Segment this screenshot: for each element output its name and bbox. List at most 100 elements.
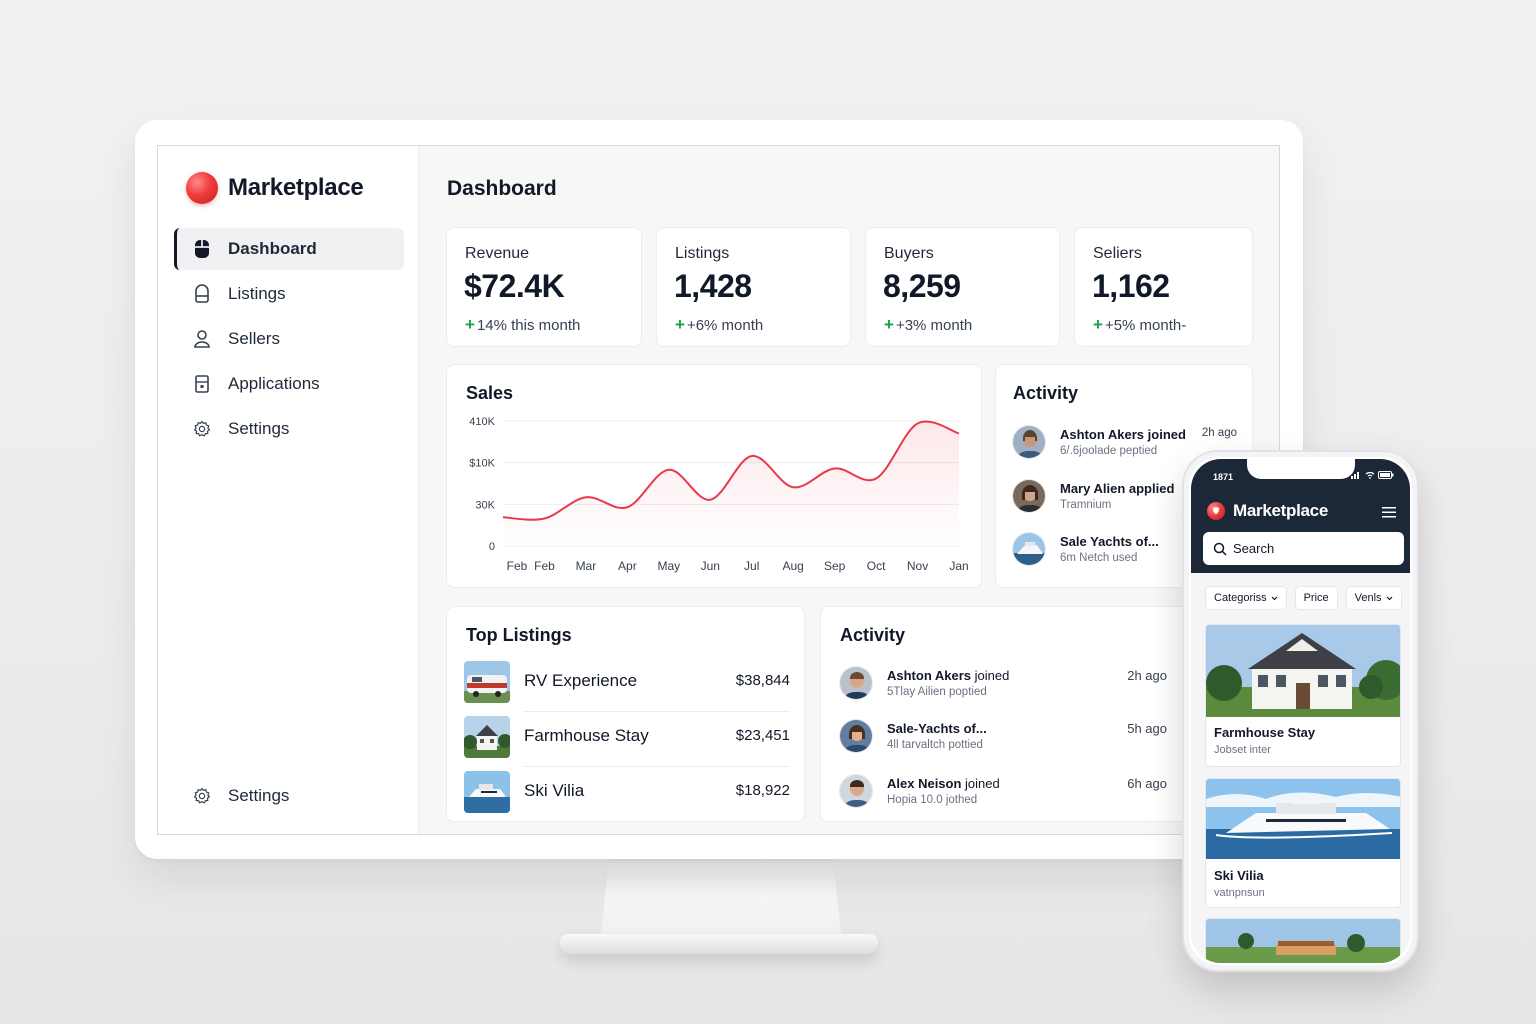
plus-icon: + <box>884 315 894 334</box>
x-tick-label: Mar <box>576 559 597 573</box>
data-point[interactable] <box>666 467 671 472</box>
data-point[interactable] <box>957 431 962 436</box>
stat-delta: + +6% month <box>675 315 763 335</box>
stat-label: Revenue <box>465 245 530 262</box>
farmhouse-photo <box>1206 625 1400 717</box>
x-tick-label: Sep <box>824 559 846 573</box>
stat-card-listings[interactable]: Listings 1,428 + +6% month <box>656 227 851 347</box>
activity-user: Ashton Akers <box>887 668 972 683</box>
card-title: Ski Vilia <box>1214 868 1264 883</box>
avatar <box>839 719 873 753</box>
y-tick-label: 0 <box>489 541 495 553</box>
sidebar-item-dashboard[interactable]: Dashboard <box>174 228 404 270</box>
activity-detail: 6/.6joolade peptied <box>1060 445 1158 457</box>
data-point[interactable] <box>915 421 920 426</box>
stat-card-revenue[interactable]: Revenue $72.4K +14% this month <box>446 227 642 347</box>
sidebar-item-label: Dashboard <box>228 239 317 258</box>
phone-listing-card[interactable]: Ski Vilia vatnpnsun <box>1205 778 1401 908</box>
hamburger-menu-icon[interactable] <box>1382 505 1396 523</box>
activity-feed-title: Activity <box>840 625 906 645</box>
activity-item[interactable]: Sale-Yachts of... 4ll tarvaltch pottied … <box>839 719 1167 763</box>
activity-detail: 6m Netch used <box>1060 552 1138 564</box>
stat-label: Seliers <box>1093 245 1142 262</box>
stat-delta-text: +3% month <box>895 316 973 334</box>
listing-price: $38,844 <box>735 672 790 689</box>
data-point[interactable] <box>542 516 547 521</box>
stat-delta: + +3% month <box>884 315 972 335</box>
phone-screen: 1871 Marketplace Search Categoriss Price… <box>1191 459 1410 963</box>
phone-listing-card[interactable] <box>1205 918 1401 963</box>
sidebar-item-label: Settings <box>228 786 290 805</box>
top-listings-card: Top Listings RV Experience $38,844 Farmh… <box>446 606 805 822</box>
yacht-photo <box>464 771 510 813</box>
avatar <box>1012 532 1046 566</box>
top-listings-title: Top Listings <box>466 625 572 645</box>
data-point[interactable] <box>749 454 754 459</box>
stat-delta: +14% this month <box>465 315 580 335</box>
status-time: 1871 <box>1213 472 1234 482</box>
stat-value: 8,259 <box>883 268 961 304</box>
filter-price[interactable]: Price <box>1294 586 1338 610</box>
ranch-photo <box>1206 919 1400 963</box>
activity-name: Alex Neison joined <box>887 776 1000 791</box>
status-icons <box>1351 471 1394 479</box>
x-tick-label: May <box>657 559 680 573</box>
battery-icon <box>1378 471 1394 479</box>
data-point[interactable] <box>708 497 713 502</box>
data-point[interactable] <box>832 466 837 471</box>
divider <box>524 766 790 767</box>
listing-row[interactable]: Ski Vilia $18,922 <box>464 771 790 817</box>
signal-icon <box>1351 472 1359 479</box>
activity-verb: joined <box>974 668 1010 683</box>
avatar <box>839 666 873 700</box>
activity-item[interactable]: Alex Neison joined Hopia 10.0 jothed 6h … <box>839 774 1167 818</box>
data-point[interactable] <box>583 495 588 500</box>
activity-time: 5h ago <box>1127 721 1167 736</box>
stat-card-buyers[interactable]: Buyers 8,259 + +3% month <box>865 227 1060 347</box>
data-point[interactable] <box>501 515 506 520</box>
stat-delta-text: +6% month <box>686 316 764 334</box>
data-point[interactable] <box>791 485 796 490</box>
sidebar-item-settings-bottom[interactable]: Settings <box>174 775 404 817</box>
gear-icon <box>192 786 212 806</box>
brand-logo[interactable]: Marketplace <box>186 172 364 204</box>
listing-row[interactable]: RV Experience $38,844 <box>464 661 790 707</box>
activity-detail: Hopia 10.0 jothed <box>887 794 978 806</box>
activity-time: 2h ago <box>1201 427 1237 439</box>
filter-venues[interactable]: Venls <box>1345 586 1402 610</box>
x-tick-label: Aug <box>783 559 804 573</box>
sidebar-item-applications[interactable]: Applications <box>174 363 404 405</box>
activity-detail: 4ll tarvaltch pottied <box>887 739 983 751</box>
data-point[interactable] <box>625 505 630 510</box>
activity-user: Alex Neison <box>887 776 962 791</box>
activity-detail: 5Tlay Ailien poptied <box>887 686 987 698</box>
user-icon <box>192 329 212 349</box>
sidebar-item-label: Settings <box>228 419 290 438</box>
activity-name: Ashton Akers joined <box>887 668 1009 683</box>
rv-photo <box>464 661 510 703</box>
activity-time: 2h ago <box>1127 668 1167 683</box>
phone-listing-card[interactable]: Farmhouse Stay Jobset inter <box>1205 624 1401 767</box>
sidebar-item-settings[interactable]: Settings <box>174 408 404 450</box>
sales-chart-card: Sales 0 30K $10K 410K Feb Feb Mar Apr May Jun Jul A… <box>446 364 982 588</box>
sales-chart[interactable]: 0 30K $10K 410K Feb Feb Mar Apr May Jun Jul Aug Sep O… <box>447 365 983 589</box>
avatar <box>839 774 873 808</box>
activity-detail: Tramnium <box>1060 499 1112 511</box>
phone-brand[interactable]: Marketplace <box>1207 501 1328 521</box>
x-tick-label: Feb <box>534 559 555 573</box>
sidebar-item-listings[interactable]: Listings <box>174 273 404 315</box>
activity-name: Mary Alien applied <box>1060 481 1175 496</box>
phone-brand-name: Marketplace <box>1233 501 1328 520</box>
listing-row[interactable]: Farmhouse Stay $23,451 <box>464 716 790 762</box>
y-tick-label: 410K <box>469 416 495 428</box>
data-point[interactable] <box>874 476 879 481</box>
x-tick-label: Jun <box>701 559 720 573</box>
sidebar-item-sellers[interactable]: Sellers <box>174 318 404 360</box>
filter-categories[interactable]: Categoriss <box>1205 586 1287 610</box>
card-subtitle: Jobset inter <box>1214 744 1271 756</box>
x-tick-label: Feb <box>507 559 528 573</box>
stat-card-sellers[interactable]: Seliers 1,162 + +5% month- <box>1074 227 1253 347</box>
phone-search-input[interactable]: Search <box>1203 532 1404 565</box>
activity-item[interactable]: Ashton Akers joined 5Tlay Ailien poptied… <box>839 666 1167 710</box>
filter-label: Price <box>1303 592 1329 604</box>
